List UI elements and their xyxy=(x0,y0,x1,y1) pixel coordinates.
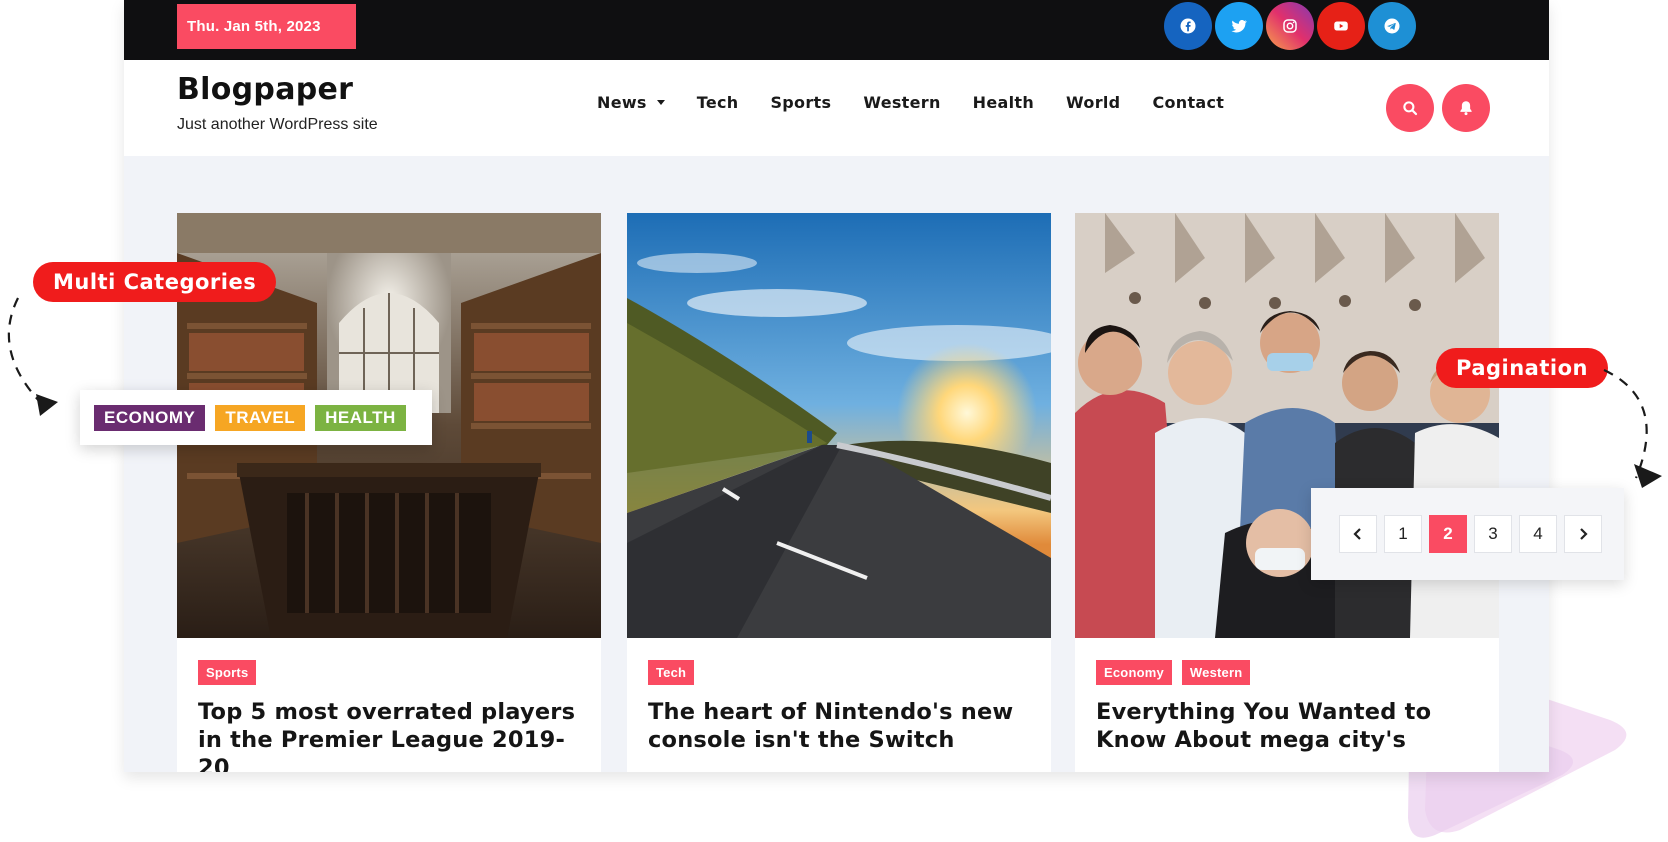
chevron-right-icon xyxy=(1580,528,1588,540)
category-pill-travel[interactable]: TRAVEL xyxy=(215,404,306,431)
nav-item-world[interactable]: World xyxy=(1066,93,1120,112)
post-title[interactable]: The heart of Nintendo's new console isn'… xyxy=(648,698,1038,754)
pagination-prev-button[interactable] xyxy=(1339,515,1377,553)
category-tag[interactable]: Tech xyxy=(648,660,695,685)
twitter-icon[interactable] xyxy=(1215,2,1263,50)
post-categories: Economy Western xyxy=(1096,660,1251,685)
facebook-icon[interactable] xyxy=(1164,2,1212,50)
youtube-icon[interactable] xyxy=(1317,2,1365,50)
category-tag[interactable]: Economy xyxy=(1096,660,1172,685)
nav-item-news[interactable]: News xyxy=(597,93,665,112)
pagination-callout: Pagination xyxy=(1436,348,1608,388)
nav-item-tech[interactable]: Tech xyxy=(697,93,739,112)
pagination: 1 2 3 4 xyxy=(1311,488,1624,580)
category-pill-economy[interactable]: ECONOMY xyxy=(94,404,206,431)
pagination-page-2-active[interactable]: 2 xyxy=(1429,515,1467,553)
pagination-next-button[interactable] xyxy=(1564,515,1602,553)
nav-item-western[interactable]: Western xyxy=(863,93,940,112)
telegram-icon[interactable] xyxy=(1368,2,1416,50)
post-categories: Sports xyxy=(198,660,257,685)
site-brand[interactable]: Blogpaper xyxy=(177,72,353,107)
category-tag[interactable]: Sports xyxy=(198,660,257,685)
blog-site-frame: Thu. Jan 5th, 2023 Blogpaper Just anothe… xyxy=(124,0,1549,772)
post-card[interactable]: Tech The heart of Nintendo's new console… xyxy=(627,213,1051,772)
main-nav: News Tech Sports Western Health World Co… xyxy=(597,93,1256,112)
post-title[interactable]: Everything You Wanted to Know About mega… xyxy=(1096,698,1486,754)
nav-item-sports[interactable]: Sports xyxy=(770,93,831,112)
top-bar: Thu. Jan 5th, 2023 xyxy=(124,0,1549,60)
curved-arrow-icon xyxy=(1603,369,1662,488)
site-header: Blogpaper Just another WordPress site Ne… xyxy=(124,60,1549,156)
search-button[interactable] xyxy=(1386,84,1434,132)
instagram-icon[interactable] xyxy=(1266,2,1314,50)
pagination-page-1[interactable]: 1 xyxy=(1384,515,1422,553)
category-tag[interactable]: Western xyxy=(1181,660,1251,685)
site-tagline: Just another WordPress site xyxy=(177,116,378,133)
chevron-down-icon xyxy=(656,100,665,105)
chevron-left-icon xyxy=(1353,528,1361,540)
post-title[interactable]: Top 5 most overrated players in the Prem… xyxy=(198,698,588,772)
post-categories: Tech xyxy=(648,660,695,685)
search-icon xyxy=(1403,101,1418,116)
nav-item-health[interactable]: Health xyxy=(973,93,1034,112)
nav-item-contact[interactable]: Contact xyxy=(1152,93,1224,112)
pagination-page-4[interactable]: 4 xyxy=(1519,515,1557,553)
date-badge: Thu. Jan 5th, 2023 xyxy=(177,4,356,49)
category-pill-health[interactable]: HEALTH xyxy=(315,404,406,431)
post-image-road[interactable] xyxy=(627,213,1051,638)
notification-button[interactable] xyxy=(1442,84,1490,132)
category-pills-showcase: ECONOMY TRAVEL HEALTH xyxy=(80,390,432,445)
pagination-page-3[interactable]: 3 xyxy=(1474,515,1512,553)
curved-arrow-icon xyxy=(7,297,58,416)
bell-icon xyxy=(1460,101,1472,116)
